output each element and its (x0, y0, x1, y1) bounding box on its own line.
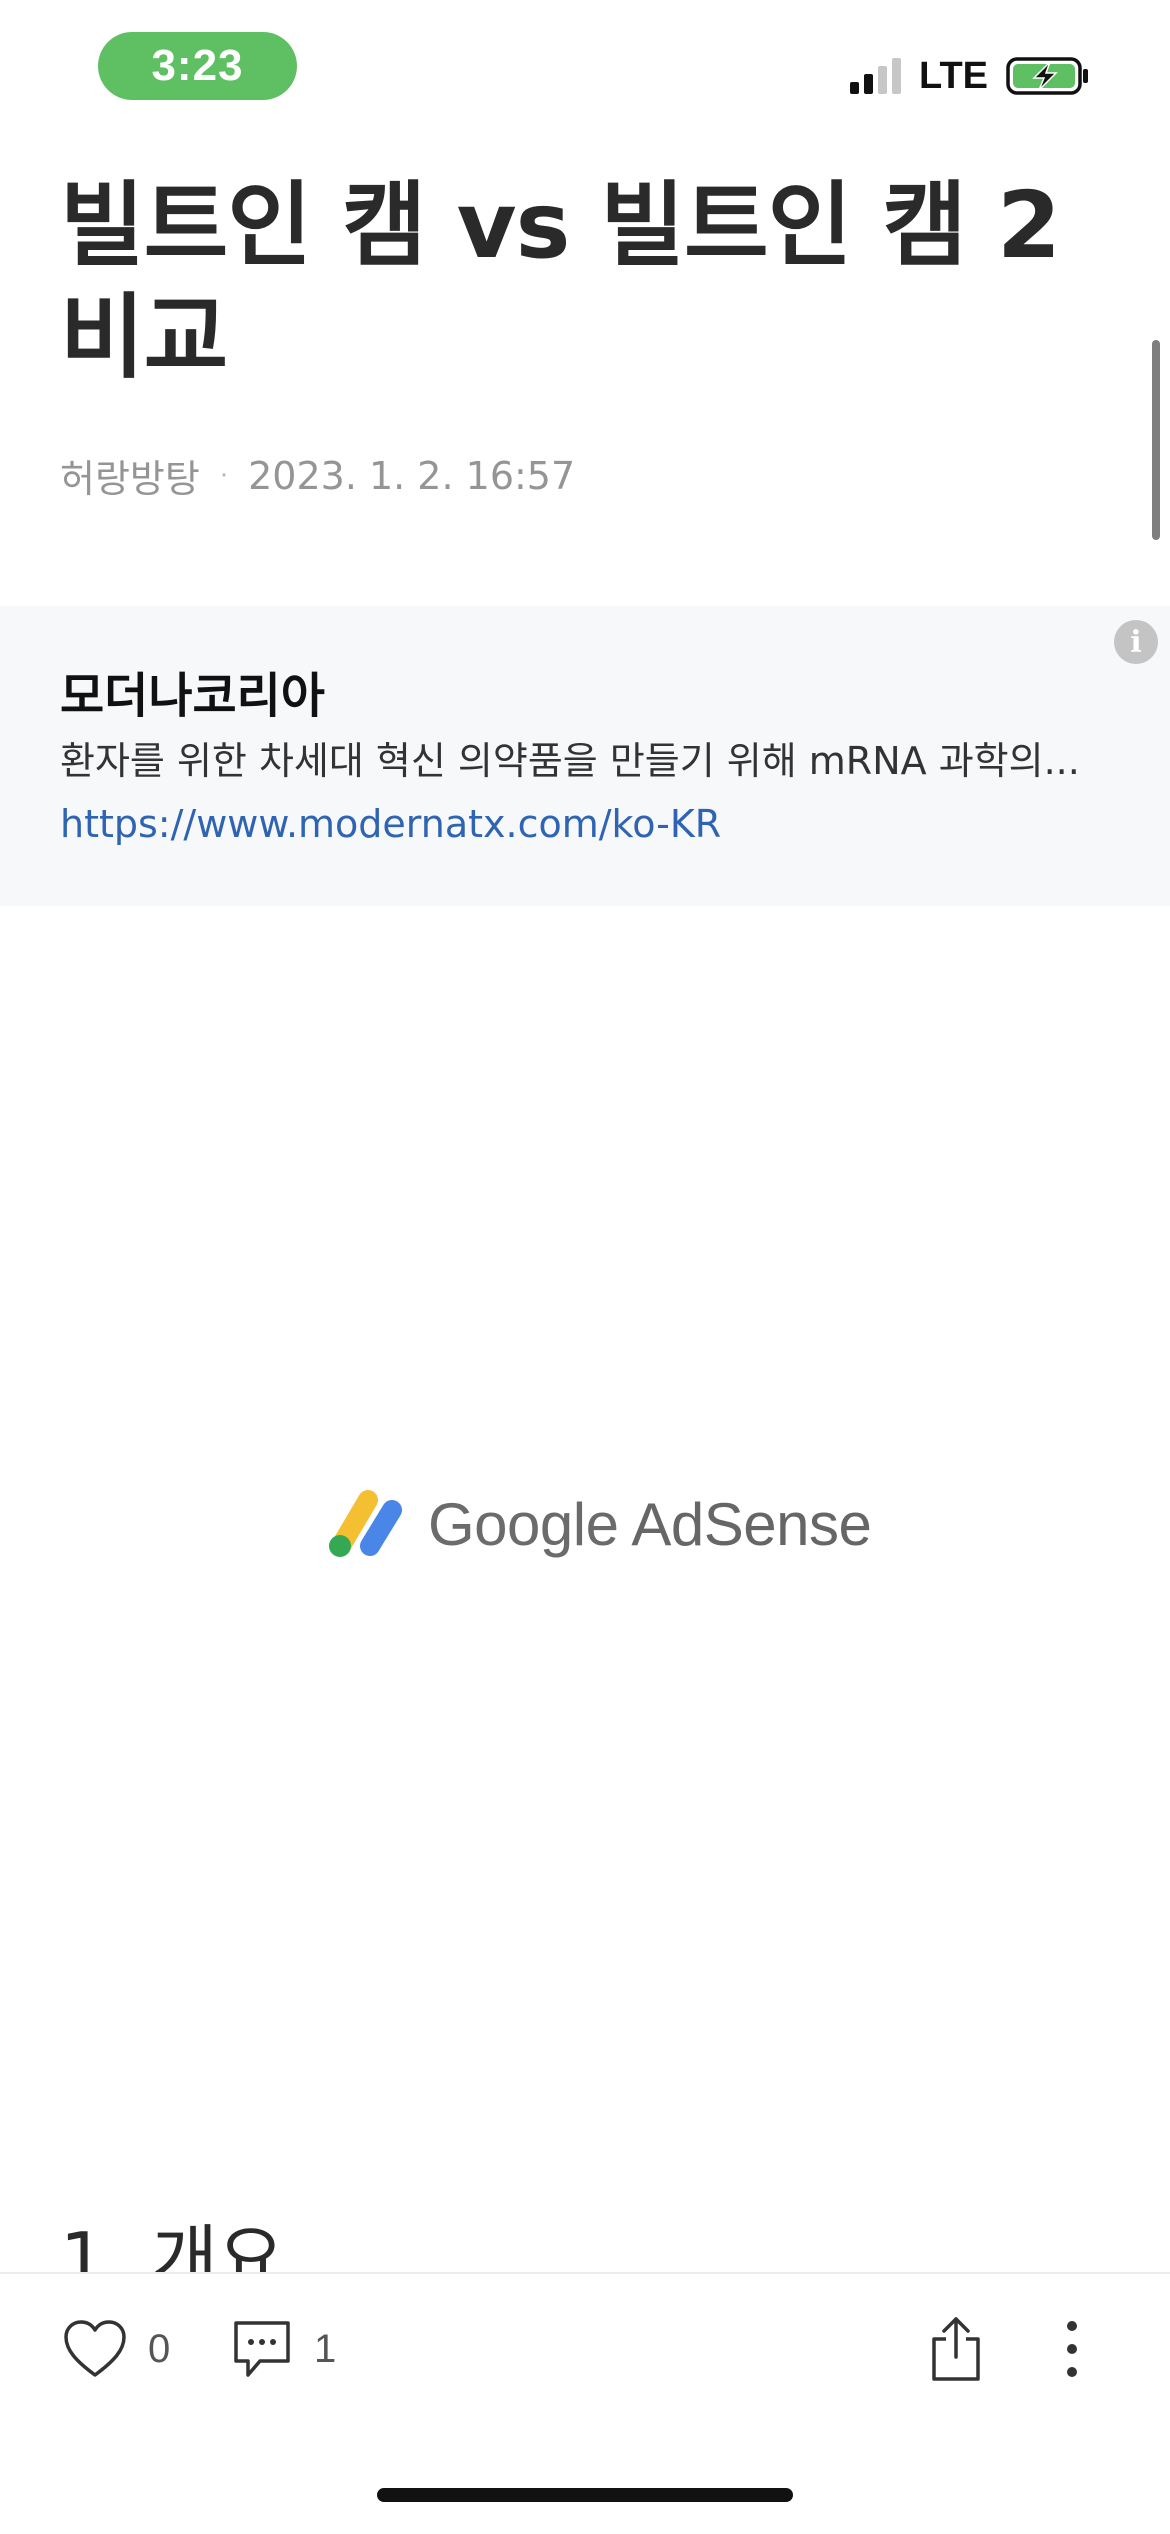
comment-button[interactable]: 1 (230, 2314, 336, 2384)
home-indicator[interactable] (377, 2488, 793, 2502)
adsense-placeholder[interactable]: Google AdSense (0, 906, 1170, 2106)
meta-separator: · (219, 460, 229, 491)
adsense-brand-google: Google (428, 1490, 619, 1558)
heart-icon (64, 2320, 126, 2377)
scroll-indicator[interactable] (1152, 340, 1160, 540)
article-title: 빌트인 캠 vs 빌트인 캠 2 비교 (60, 172, 1061, 391)
comment-count: 1 (314, 2326, 337, 2371)
adsense-logo-icon (329, 1490, 402, 1557)
signal-icon (850, 58, 902, 94)
network-type: LTE (919, 54, 988, 97)
ad-advertiser-name[interactable]: 모더나코리아 (60, 656, 325, 726)
ad-description[interactable]: 환자를 위한 차세대 혁신 의약품을 만들기 위해 mRNA 과학의... (60, 730, 1110, 785)
author-name[interactable]: 허랑방탕 (60, 448, 200, 503)
adsense-wordmark: Google AdSense (428, 1490, 872, 1559)
share-button[interactable] (928, 2314, 984, 2384)
battery-charging-icon (1006, 57, 1088, 95)
more-button[interactable] (1060, 2314, 1084, 2384)
share-icon (932, 2317, 980, 2381)
like-count: 0 (148, 2326, 171, 2371)
info-icon[interactable]: i (1114, 620, 1158, 664)
adsense-brand-product: AdSense (631, 1490, 872, 1558)
ad-url-link[interactable]: https://www.modernatx.com/ko-KR (60, 802, 721, 846)
comment-icon (234, 2321, 290, 2377)
article-meta: 허랑방탕 · 2023. 1. 2. 16:57 (60, 448, 575, 503)
more-icon (1067, 2321, 1077, 2377)
ad-banner[interactable]: i 모더나코리아 환자를 위한 차세대 혁신 의약품을 만들기 위해 mRNA … (0, 606, 1170, 906)
like-button[interactable]: 0 (62, 2314, 170, 2384)
publish-date: 2023. 1. 2. 16:57 (248, 453, 576, 498)
adsense-logo: Google AdSense (326, 1488, 872, 1560)
status-indicators: LTE (850, 52, 1090, 100)
status-time: 3:23 (98, 32, 297, 100)
